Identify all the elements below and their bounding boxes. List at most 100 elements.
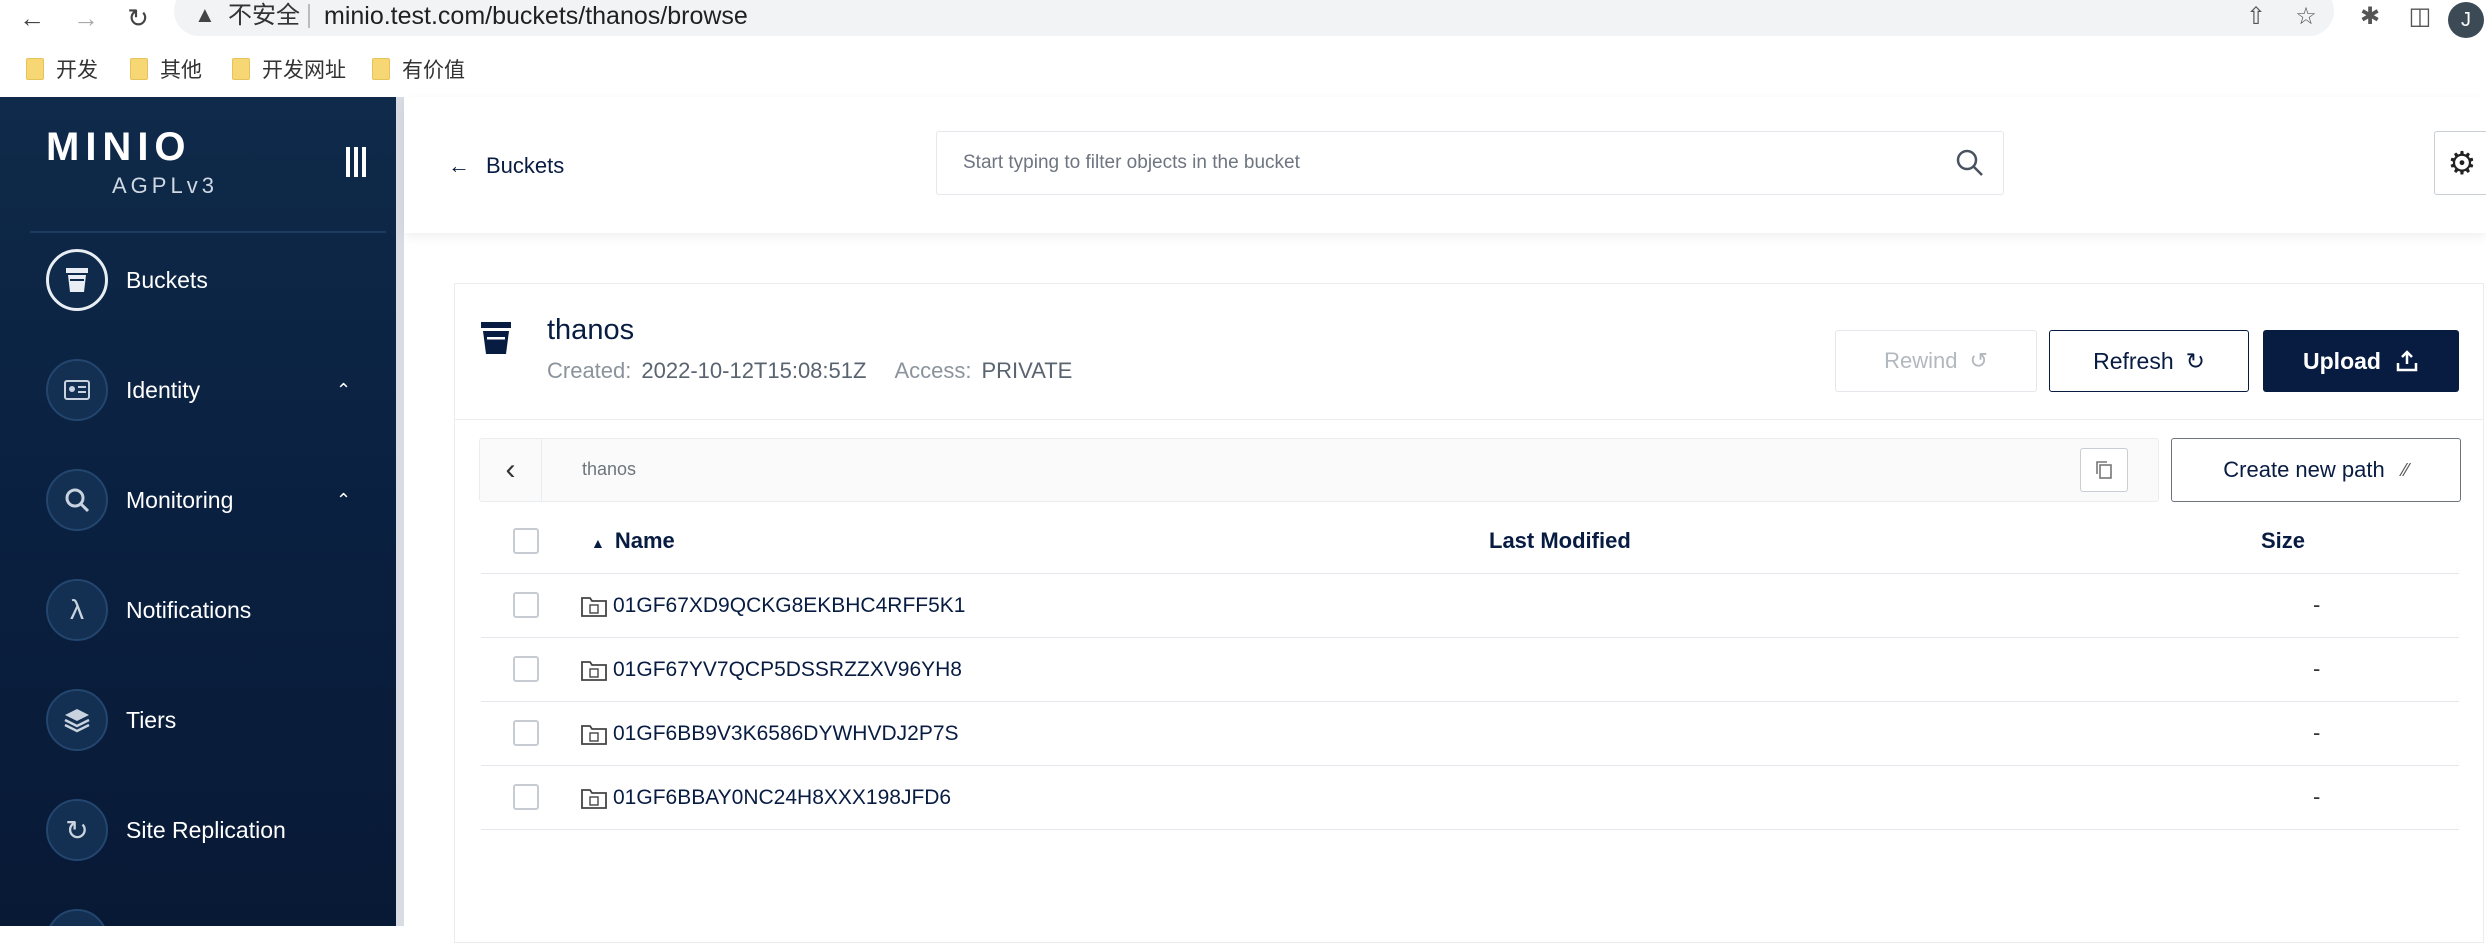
object-name[interactable]: 01GF6BBAY0NC24H8XXX198JFD6 xyxy=(581,786,951,810)
lambda-icon: λ xyxy=(46,579,108,641)
star-icon[interactable]: ☆ xyxy=(2290,0,2322,32)
column-size[interactable]: Size xyxy=(2261,528,2305,554)
search-icon[interactable] xyxy=(1955,148,1985,178)
browser-toolbar: ← → ↻ ▲ 不安全 minio.test.com/buckets/thano… xyxy=(0,0,2486,38)
object-name-label: 01GF67XD9QCKG8EKBHC4RFF5K1 xyxy=(613,594,966,617)
bucket-icon xyxy=(46,249,108,311)
object-name[interactable]: 01GF67YV7QCP5DSSRZZXV96YH8 xyxy=(581,658,962,682)
bookmark-folder[interactable]: 有价值 xyxy=(372,56,465,82)
warning-icon[interactable]: ▲ xyxy=(194,2,216,28)
breadcrumb: ‹ thanos xyxy=(479,438,2159,502)
sidebar: MINIO AGPLv3 Buckets Identity ⌃ Monitori… xyxy=(0,97,396,926)
sort-name-column[interactable]: ▲ Name xyxy=(591,528,675,554)
page-header: ← Buckets ⚙ xyxy=(404,97,2486,233)
bookmark-label: 开发网址 xyxy=(262,59,346,82)
object-name[interactable]: 01GF6BB9V3K6586DYWHVDJ2P7S xyxy=(581,722,959,746)
table-row[interactable]: 01GF67YV7QCP5DSSRZZXV96YH8 - xyxy=(481,638,2459,702)
sidebar-item-monitoring[interactable]: Monitoring ⌃ xyxy=(0,465,396,535)
row-checkbox[interactable] xyxy=(513,720,539,746)
folder-icon xyxy=(26,58,44,80)
bookmark-folder[interactable]: 开发 xyxy=(26,56,98,82)
copy-icon xyxy=(2096,461,2112,479)
created-value: 2022-10-12T15:08:51Z xyxy=(641,358,867,383)
panel-divider xyxy=(455,419,2483,420)
sidebar-item-label: Site Replication xyxy=(126,816,286,843)
copy-path-button[interactable] xyxy=(2080,448,2128,492)
extensions-icon[interactable]: ✱ xyxy=(2354,0,2386,32)
upload-label: Upload xyxy=(2303,347,2381,374)
select-all-checkbox[interactable] xyxy=(513,528,539,554)
bookmarks-bar: 开发 其他 开发网址 有价值 xyxy=(0,50,2486,86)
object-name-label: 01GF6BBAY0NC24H8XXX198JFD6 xyxy=(613,786,952,809)
sync-icon: ↻ xyxy=(46,799,108,861)
table-row[interactable]: 01GF67XD9QCKG8EKBHC4RFF5K1 - xyxy=(481,574,2459,638)
insecure-label[interactable]: 不安全 xyxy=(228,0,300,32)
rewind-button[interactable]: Rewind ↺ xyxy=(1835,330,2037,392)
sidebar-divider xyxy=(30,231,386,233)
column-last-modified[interactable]: Last Modified xyxy=(1489,528,1631,554)
chevron-up-icon[interactable]: ⌃ xyxy=(336,380,351,401)
table-row[interactable]: 01GF6BBAY0NC24H8XXX198JFD6 - xyxy=(481,766,2459,830)
side-panel-icon[interactable]: ◫ xyxy=(2404,0,2436,32)
gear-icon[interactable]: ⚙ xyxy=(2434,131,2486,195)
upload-button[interactable]: Upload xyxy=(2263,330,2459,392)
sidebar-item-label: Monitoring xyxy=(126,486,234,513)
bookmark-folder[interactable]: 其他 xyxy=(130,56,202,82)
row-checkbox[interactable] xyxy=(513,656,539,682)
row-checkbox[interactable] xyxy=(513,784,539,810)
created-label: Created: xyxy=(547,358,632,383)
chevron-up-icon[interactable]: ⌃ xyxy=(336,490,351,511)
chevron-left-icon[interactable]: ‹ xyxy=(480,439,542,501)
bookmark-label: 开发 xyxy=(56,59,98,82)
object-size: - xyxy=(2313,656,2321,681)
sort-asc-icon: ▲ xyxy=(591,535,605,551)
object-name-label: 01GF67YV7QCP5DSSRZZXV96YH8 xyxy=(613,658,962,681)
bucket-meta: Created: 2022-10-12T15:08:51Z Access: PRIVA… xyxy=(547,358,1100,384)
search-input[interactable] xyxy=(963,132,1923,194)
table-header: ▲ Name Last Modified Size xyxy=(481,508,2459,574)
history-icon: ↺ xyxy=(1969,348,1988,373)
back-to-buckets-link[interactable]: ← Buckets xyxy=(448,153,564,179)
breadcrumb-path[interactable]: thanos xyxy=(582,459,636,480)
bookmark-label: 其他 xyxy=(160,59,202,82)
row-checkbox[interactable] xyxy=(513,592,539,618)
rewind-label: Rewind xyxy=(1884,348,1958,373)
sidebar-item-label: Identity xyxy=(126,376,201,403)
object-name[interactable]: 01GF67XD9QCKG8EKBHC4RFF5K1 xyxy=(581,594,965,618)
sidebar-item-label: Buckets xyxy=(126,266,208,293)
id-card-icon xyxy=(46,359,108,421)
access-label: Access: xyxy=(894,358,972,383)
url-text[interactable]: minio.test.com/buckets/thanos/browse xyxy=(324,0,748,32)
bookmark-folder[interactable]: 开发网址 xyxy=(232,56,346,82)
sidebar-item-tiers[interactable]: Tiers xyxy=(0,685,396,755)
reload-icon[interactable]: ↻ xyxy=(122,2,154,34)
sidebar-item-buckets[interactable]: Buckets xyxy=(0,245,396,315)
folder-icon xyxy=(130,58,148,80)
create-new-path-button[interactable]: Create new path ⁄⁄ xyxy=(2171,438,2461,502)
bucket-icon xyxy=(481,322,511,354)
share-icon[interactable]: ⇧ xyxy=(2240,0,2272,32)
object-size: - xyxy=(2313,720,2321,745)
sidebar-item-more[interactable] xyxy=(0,905,396,926)
folder-icon xyxy=(232,58,250,80)
license-label: AGPLv3 xyxy=(112,173,218,198)
refresh-label: Refresh xyxy=(2093,347,2174,374)
sidebar-item-identity[interactable]: Identity ⌃ xyxy=(0,355,396,425)
search-box xyxy=(936,131,2004,195)
folder-icon xyxy=(581,789,607,809)
sidebar-item-notifications[interactable]: λ Notifications xyxy=(0,575,396,645)
bucket-browser-panel: thanos Created: 2022-10-12T15:08:51Z Acces… xyxy=(454,283,2484,943)
sidebar-item-site-replication[interactable]: ↻ Site Replication xyxy=(0,795,396,865)
collapse-menu-icon[interactable] xyxy=(346,147,372,177)
new-path-icon: ⁄⁄ xyxy=(2402,459,2409,480)
forward-arrow-icon[interactable]: → xyxy=(70,2,102,34)
folder-icon xyxy=(581,661,607,681)
avatar[interactable]: J xyxy=(2448,2,2484,38)
magnifier-icon xyxy=(46,469,108,531)
upload-icon xyxy=(2396,350,2418,372)
back-label: Buckets xyxy=(486,153,565,178)
refresh-button[interactable]: Refresh ↻ xyxy=(2049,330,2249,392)
back-arrow-icon[interactable]: ← xyxy=(16,2,48,34)
table-row[interactable]: 01GF6BB9V3K6586DYWHVDJ2P7S - xyxy=(481,702,2459,766)
access-value: PRIVATE xyxy=(981,358,1073,383)
